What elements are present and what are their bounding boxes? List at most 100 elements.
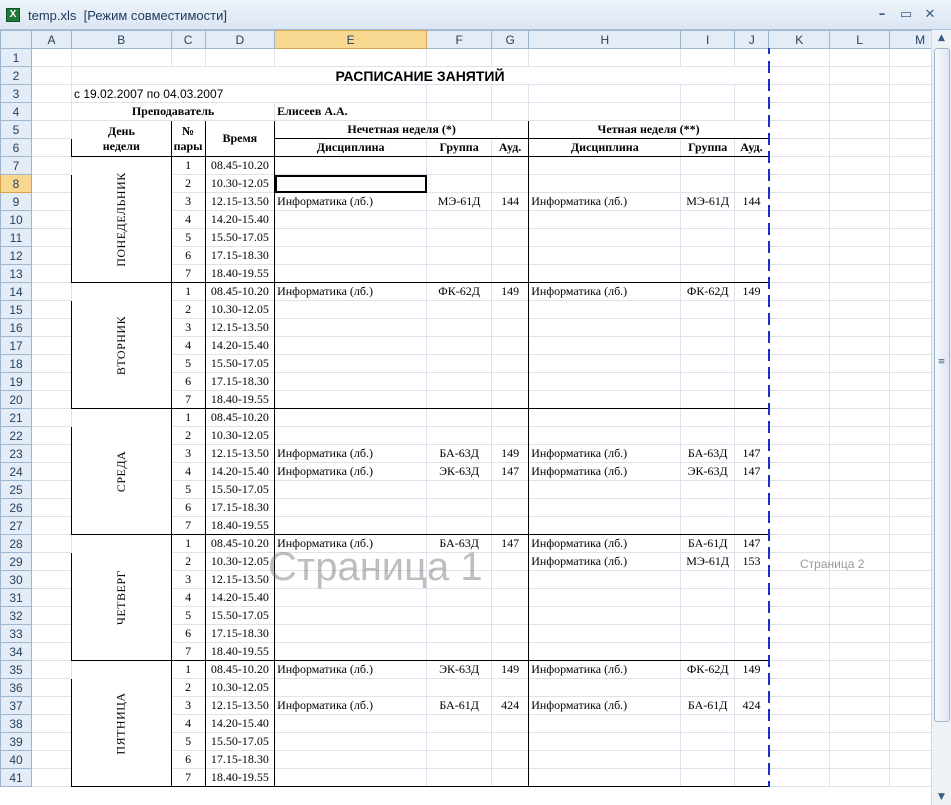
even-discipline[interactable]	[528, 750, 682, 769]
even-discipline[interactable]	[528, 156, 682, 175]
row-header[interactable]: 17	[0, 336, 33, 355]
cell[interactable]	[31, 714, 73, 733]
cell[interactable]	[828, 498, 891, 517]
even-room[interactable]	[733, 732, 770, 751]
even-group[interactable]	[680, 426, 735, 445]
odd-discipline[interactable]: Информатика (лб.)	[274, 282, 428, 301]
cell[interactable]	[828, 696, 891, 715]
odd-group[interactable]	[426, 750, 492, 769]
slot-number[interactable]: 7	[170, 516, 206, 535]
even-room[interactable]: 149	[733, 282, 770, 301]
odd-room[interactable]	[490, 570, 530, 589]
column-header-a[interactable]: A	[31, 30, 73, 49]
odd-room[interactable]	[490, 264, 530, 283]
cell[interactable]	[31, 48, 73, 67]
slot-number[interactable]: 1	[170, 660, 206, 679]
even-discipline[interactable]	[528, 228, 682, 247]
slot-number[interactable]: 2	[170, 678, 206, 697]
cell[interactable]	[31, 516, 73, 535]
odd-discipline[interactable]	[274, 264, 428, 283]
column-header-h[interactable]: H	[528, 30, 682, 49]
row-header[interactable]: 23	[0, 444, 33, 463]
cell[interactable]	[31, 354, 73, 373]
row-header[interactable]: 35	[0, 660, 33, 679]
cell[interactable]	[828, 714, 891, 733]
cell[interactable]	[768, 768, 830, 787]
cell[interactable]	[768, 372, 830, 391]
cell[interactable]	[31, 84, 73, 103]
cell[interactable]	[768, 66, 830, 85]
header-disc[interactable]: Дисциплина	[528, 138, 682, 157]
row-header[interactable]: 36	[0, 678, 33, 697]
slot-time[interactable]: 15.50-17.05	[204, 732, 276, 751]
cell[interactable]	[828, 246, 891, 265]
row-header[interactable]: 4	[0, 102, 33, 121]
slot-number[interactable]: 7	[170, 390, 206, 409]
row-header[interactable]: 40	[0, 750, 33, 769]
scroll-down-icon[interactable]: ▼	[932, 789, 951, 805]
even-group[interactable]: МЭ-61Д	[680, 192, 735, 211]
slot-number[interactable]: 4	[170, 462, 206, 481]
odd-discipline[interactable]	[274, 300, 428, 319]
cell[interactable]	[768, 462, 830, 481]
even-group[interactable]	[680, 498, 735, 517]
odd-discipline[interactable]	[274, 606, 428, 625]
column-header-e[interactable]: E	[274, 30, 428, 49]
cell[interactable]	[768, 282, 830, 301]
odd-room[interactable]: 149	[490, 444, 530, 463]
cell[interactable]	[31, 750, 73, 769]
odd-discipline[interactable]: Информатика (лб.)	[274, 444, 428, 463]
slot-number[interactable]: 1	[170, 534, 206, 553]
slot-time[interactable]: 12.15-13.50	[204, 318, 276, 337]
day-cell[interactable]: ПЯТНИЦА	[71, 660, 172, 787]
even-room[interactable]	[733, 390, 770, 409]
odd-discipline[interactable]	[274, 318, 428, 337]
slot-time[interactable]: 15.50-17.05	[204, 606, 276, 625]
cell[interactable]	[828, 750, 891, 769]
even-group[interactable]: БА-63Д	[680, 444, 735, 463]
odd-room[interactable]	[490, 498, 530, 517]
cell[interactable]	[528, 102, 682, 121]
header-group[interactable]: Группа	[680, 138, 735, 157]
odd-room[interactable]: 147	[490, 462, 530, 481]
odd-group[interactable]	[426, 714, 492, 733]
even-discipline[interactable]	[528, 390, 682, 409]
even-discipline[interactable]	[528, 408, 682, 427]
slot-time[interactable]: 14.20-15.40	[204, 336, 276, 355]
cell[interactable]	[31, 390, 73, 409]
cell[interactable]	[31, 228, 73, 247]
minimize-button[interactable]: –	[872, 7, 892, 23]
cell[interactable]	[768, 660, 830, 679]
row-header[interactable]: 19	[0, 372, 33, 391]
cell[interactable]	[31, 480, 73, 499]
odd-group[interactable]	[426, 732, 492, 751]
even-group[interactable]	[680, 372, 735, 391]
day-cell[interactable]: ВТОРНИК	[71, 282, 172, 409]
even-discipline[interactable]	[528, 480, 682, 499]
even-discipline[interactable]	[528, 318, 682, 337]
even-room[interactable]: 424	[733, 696, 770, 715]
even-group[interactable]	[680, 750, 735, 769]
slot-number[interactable]: 6	[170, 246, 206, 265]
cell[interactable]	[828, 372, 891, 391]
cell[interactable]	[768, 174, 830, 193]
even-group[interactable]	[680, 714, 735, 733]
cell[interactable]	[768, 192, 830, 211]
odd-group[interactable]	[426, 210, 492, 229]
even-discipline[interactable]	[528, 588, 682, 607]
slot-number[interactable]: 5	[170, 606, 206, 625]
slot-number[interactable]: 6	[170, 750, 206, 769]
slot-time[interactable]: 12.15-13.50	[204, 696, 276, 715]
slot-time[interactable]: 18.40-19.55	[204, 768, 276, 787]
odd-room[interactable]	[490, 318, 530, 337]
slot-number[interactable]: 6	[170, 624, 206, 643]
header-day[interactable]: День недели	[71, 120, 172, 157]
cell[interactable]	[490, 102, 530, 121]
even-room[interactable]	[733, 174, 770, 193]
row-header[interactable]: 1	[0, 48, 33, 67]
cell[interactable]	[768, 48, 830, 67]
cell[interactable]	[680, 102, 735, 121]
slot-time[interactable]: 15.50-17.05	[204, 228, 276, 247]
slot-number[interactable]: 7	[170, 264, 206, 283]
row-header[interactable]: 34	[0, 642, 33, 661]
